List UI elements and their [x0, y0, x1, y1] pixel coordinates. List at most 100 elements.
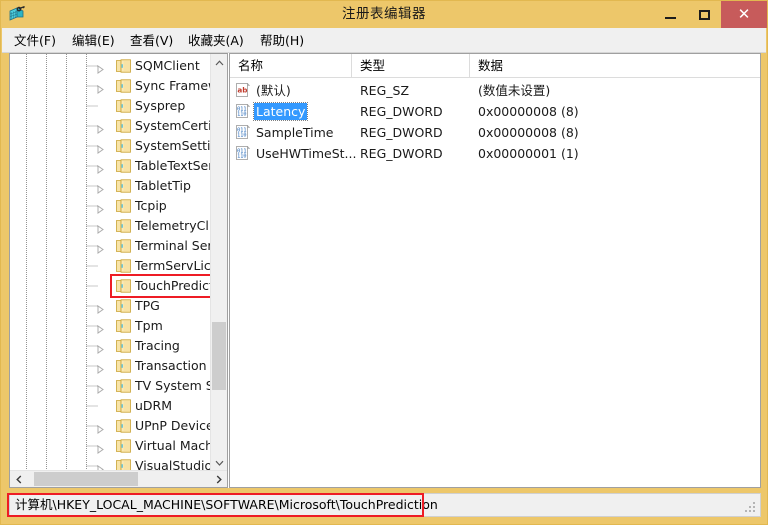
tree-item-label: SQMClient: [135, 58, 200, 73]
tree-item-upnp-device[interactable]: UPnP Device: [10, 416, 210, 436]
tree-expand-arrow-icon[interactable]: [96, 341, 105, 354]
tree-expand-arrow-icon[interactable]: [96, 321, 105, 334]
tree-expand-arrow-icon[interactable]: [96, 161, 105, 174]
folder-icon: [116, 99, 131, 113]
tree-connector: [86, 396, 102, 416]
svg-text:110: 110: [237, 133, 246, 139]
tree-expand-arrow-icon[interactable]: [96, 461, 105, 471]
tree-item-udrm[interactable]: uDRM: [10, 396, 210, 416]
registry-tree[interactable]: SQMClient Sync Framew Sysprep SystemCertifi…: [10, 54, 210, 471]
folder-icon: [116, 339, 131, 353]
close-button[interactable]: ✕: [721, 1, 767, 28]
folder-icon: [116, 359, 131, 373]
minimize-icon: [664, 17, 676, 19]
tree-item-tpm[interactable]: Tpm: [10, 316, 210, 336]
scroll-left-button[interactable]: [10, 471, 27, 487]
tree-expand-arrow-icon[interactable]: [96, 241, 105, 254]
folder-icon: [116, 59, 131, 73]
tree-connector: [86, 96, 102, 116]
tree-item-label: UPnP Device: [135, 418, 210, 433]
tree-connector: [86, 276, 102, 296]
tree-expand-arrow-icon[interactable]: [96, 441, 105, 454]
tree-item-virtual-machi[interactable]: Virtual Machi: [10, 436, 210, 456]
minimize-button[interactable]: [653, 1, 687, 28]
tree-item-label: TabletTip: [135, 178, 191, 193]
column-header-type[interactable]: 类型: [352, 54, 470, 77]
tree-item-touchpredict[interactable]: TouchPredict: [10, 276, 210, 296]
svg-text:110: 110: [237, 112, 246, 118]
folder-icon: [116, 199, 131, 213]
value-name[interactable]: Latency: [252, 102, 309, 121]
tree-expand-arrow-icon[interactable]: [96, 181, 105, 194]
svg-text:110: 110: [237, 154, 246, 160]
value-data: 0x00000008 (8): [478, 125, 579, 140]
tree-item-systemcertifi[interactable]: SystemCertifi: [10, 116, 210, 136]
registry-tree-pane[interactable]: SQMClient Sync Framew Sysprep SystemCertifi…: [9, 53, 228, 488]
tree-item-sync-framew[interactable]: Sync Framew: [10, 76, 210, 96]
column-header-data[interactable]: 数据: [470, 54, 760, 77]
value-row[interactable]: 011 110 UseHWTimeSt... REG_DWORD 0x00000001 …: [230, 143, 760, 164]
tree-expand-arrow-icon[interactable]: [96, 121, 105, 134]
value-name[interactable]: UseHWTimeSt...: [254, 145, 358, 162]
value-row[interactable]: 011 110 SampleTime REG_DWORD 0x00000008 (8): [230, 122, 760, 143]
tree-item-terminal-serv[interactable]: Terminal Serv: [10, 236, 210, 256]
tree-item-tracing[interactable]: Tracing: [10, 336, 210, 356]
tree-item-label: Tracing: [135, 338, 180, 353]
tree-vertical-scrollbar[interactable]: [210, 54, 227, 471]
folder-icon: [116, 79, 131, 93]
folder-icon: [116, 239, 131, 253]
menu-favorites[interactable]: 收藏夹(A): [184, 31, 248, 50]
menu-view[interactable]: 查看(V): [126, 31, 177, 50]
scroll-right-button[interactable]: [210, 471, 227, 487]
maximize-button[interactable]: [687, 1, 721, 28]
registry-path-text: 计算机\HKEY_LOCAL_MACHINE\SOFTWARE\Microsof…: [15, 497, 438, 512]
tree-expand-arrow-icon[interactable]: [96, 381, 105, 394]
column-header-name[interactable]: 名称: [230, 54, 352, 77]
tree-item-termservlice[interactable]: TermServLice: [10, 256, 210, 276]
value-type: REG_SZ: [360, 83, 410, 98]
registry-values-pane[interactable]: 名称 类型 数据 ab (默认) REG_SZ (数值未设置) 011 110 Latenc…: [229, 53, 761, 488]
value-row[interactable]: ab (默认) REG_SZ (数值未设置): [230, 80, 760, 101]
scroll-up-button[interactable]: [211, 54, 227, 71]
tree-item-tv-system-se[interactable]: TV System Se: [10, 376, 210, 396]
tree-expand-arrow-icon[interactable]: [96, 61, 105, 74]
menu-help[interactable]: 帮助(H): [256, 31, 308, 50]
tree-item-label: uDRM: [135, 398, 173, 413]
tree-item-telemetryclie[interactable]: TelemetryClie: [10, 216, 210, 236]
menu-file[interactable]: 文件(F): [10, 31, 60, 50]
tree-item-label: Sysprep: [135, 98, 186, 113]
resize-grip-icon[interactable]: [745, 502, 757, 514]
tree-item-label: TPG: [135, 298, 160, 313]
tree-item-visualstudio[interactable]: VisualStudio: [10, 456, 210, 471]
tree-item-tablettip[interactable]: TabletTip: [10, 176, 210, 196]
tree-item-tpg[interactable]: TPG: [10, 296, 210, 316]
tree-hscroll-thumb[interactable]: [34, 472, 138, 486]
tree-item-tabletextser[interactable]: TableTextSer: [10, 156, 210, 176]
folder-icon: [116, 399, 131, 413]
tree-item-sysprep[interactable]: Sysprep: [10, 96, 210, 116]
title-bar[interactable]: 注册表编辑器 ✕: [1, 1, 767, 28]
tree-item-label: SystemCertifi: [135, 118, 210, 133]
status-bar: 计算机\HKEY_LOCAL_MACHINE\SOFTWARE\Microsof…: [9, 493, 761, 517]
menu-edit[interactable]: 编辑(E): [68, 31, 119, 50]
tree-item-systemsetting[interactable]: SystemSetting: [10, 136, 210, 156]
tree-expand-arrow-icon[interactable]: [96, 301, 105, 314]
tree-expand-arrow-icon[interactable]: [96, 221, 105, 234]
tree-item-sqmclient[interactable]: SQMClient: [10, 56, 210, 76]
tree-item-label: TermServLice: [135, 258, 210, 273]
scroll-down-button[interactable]: [211, 454, 227, 471]
folder-icon: [116, 259, 131, 273]
folder-icon: [116, 179, 131, 193]
tree-expand-arrow-icon[interactable]: [96, 421, 105, 434]
tree-scroll-thumb[interactable]: [212, 322, 226, 390]
tree-horizontal-scrollbar[interactable]: [10, 470, 227, 487]
tree-item-transaction-s[interactable]: Transaction S: [10, 356, 210, 376]
tree-expand-arrow-icon[interactable]: [96, 81, 105, 94]
tree-expand-arrow-icon[interactable]: [96, 361, 105, 374]
tree-expand-arrow-icon[interactable]: [96, 201, 105, 214]
value-name[interactable]: SampleTime: [254, 124, 335, 141]
tree-item-tcpip[interactable]: Tcpip: [10, 196, 210, 216]
value-name[interactable]: (默认): [254, 82, 293, 99]
tree-expand-arrow-icon[interactable]: [96, 141, 105, 154]
value-row[interactable]: 011 110 Latency REG_DWORD 0x00000008 (8): [230, 101, 760, 122]
